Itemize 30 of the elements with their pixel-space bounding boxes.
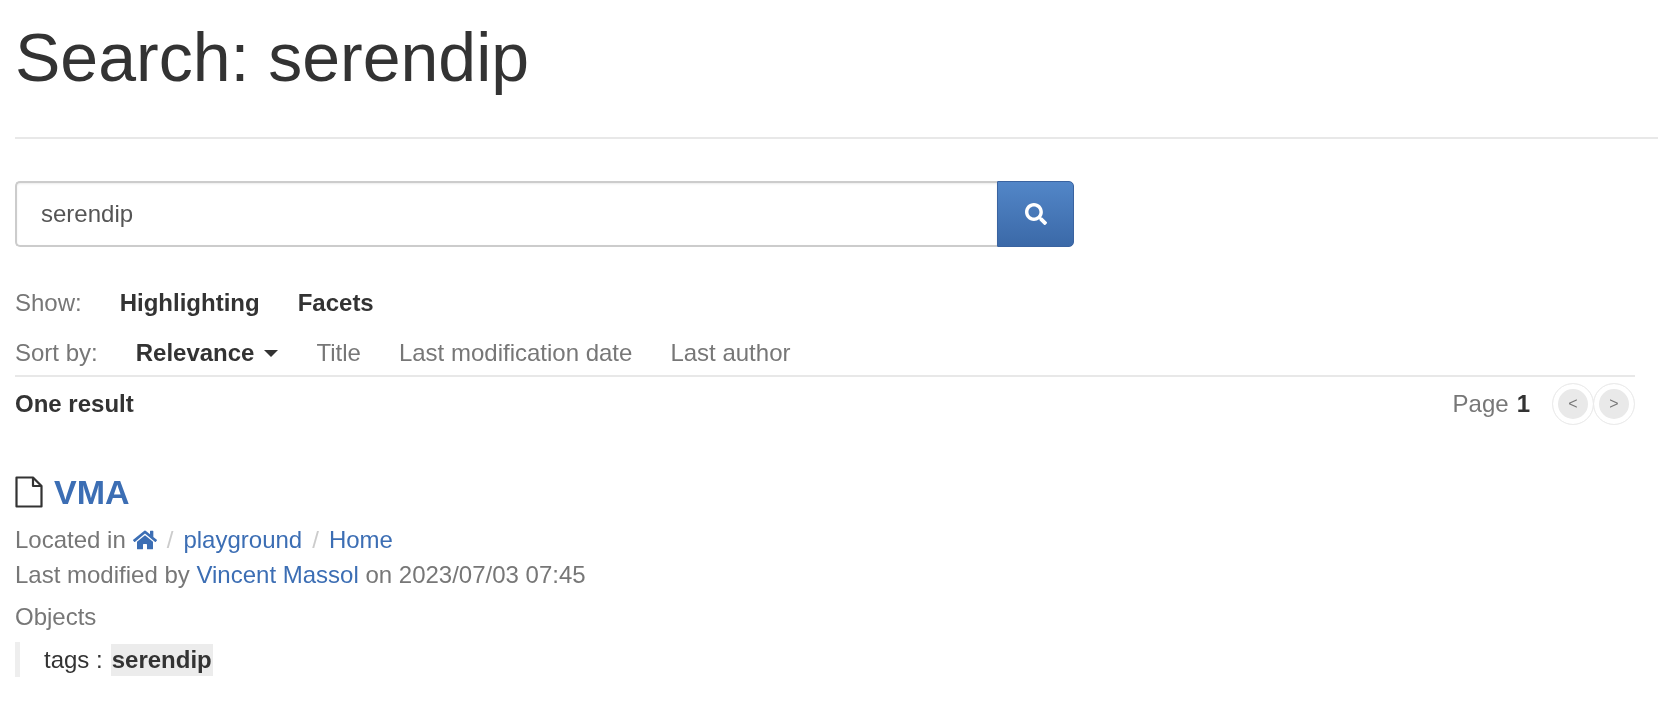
modified-by-label: Last modified by bbox=[15, 560, 191, 590]
breadcrumb-link[interactable]: playground bbox=[183, 522, 303, 557]
search-field[interactable]: serendip bbox=[15, 181, 997, 247]
sort-label: Sort by: bbox=[15, 338, 98, 368]
author-link[interactable]: Vincent Massol bbox=[196, 557, 359, 592]
document-icon bbox=[15, 476, 43, 508]
page-label: Page bbox=[1452, 390, 1509, 418]
sort-option-link[interactable]: Last author bbox=[670, 336, 791, 370]
breadcrumb-link[interactable]: Home bbox=[328, 522, 393, 557]
field-name: tags : bbox=[44, 645, 103, 674]
sort-option-link[interactable]: Last modification date bbox=[398, 336, 633, 370]
home-icon[interactable] bbox=[132, 528, 157, 551]
search-icon bbox=[1024, 203, 1047, 225]
result-title-link[interactable]: VMA bbox=[54, 472, 130, 512]
modified-date: on 2023/07/03 07:45 bbox=[364, 560, 586, 590]
sort-option-link[interactable]: Relevance bbox=[135, 336, 255, 370]
result-count: One result bbox=[15, 390, 134, 418]
page-title: Search: serendip bbox=[15, 20, 530, 95]
location-label: Located in bbox=[15, 525, 126, 555]
caret-icon bbox=[264, 349, 279, 357]
page-number: 1 bbox=[1516, 390, 1530, 418]
show-label: Show: bbox=[15, 288, 82, 318]
show-option-link[interactable]: Highlighting bbox=[119, 286, 260, 320]
breadcrumb-separator: / bbox=[166, 525, 174, 555]
breadcrumb-separator: / bbox=[312, 525, 319, 555]
show-option-link[interactable]: Facets bbox=[297, 286, 374, 320]
highlighted-match: serendip bbox=[110, 643, 213, 676]
objects-label: Objects bbox=[15, 602, 97, 632]
sort-option-link[interactable]: Title bbox=[316, 336, 361, 370]
search-button[interactable] bbox=[997, 181, 1074, 247]
